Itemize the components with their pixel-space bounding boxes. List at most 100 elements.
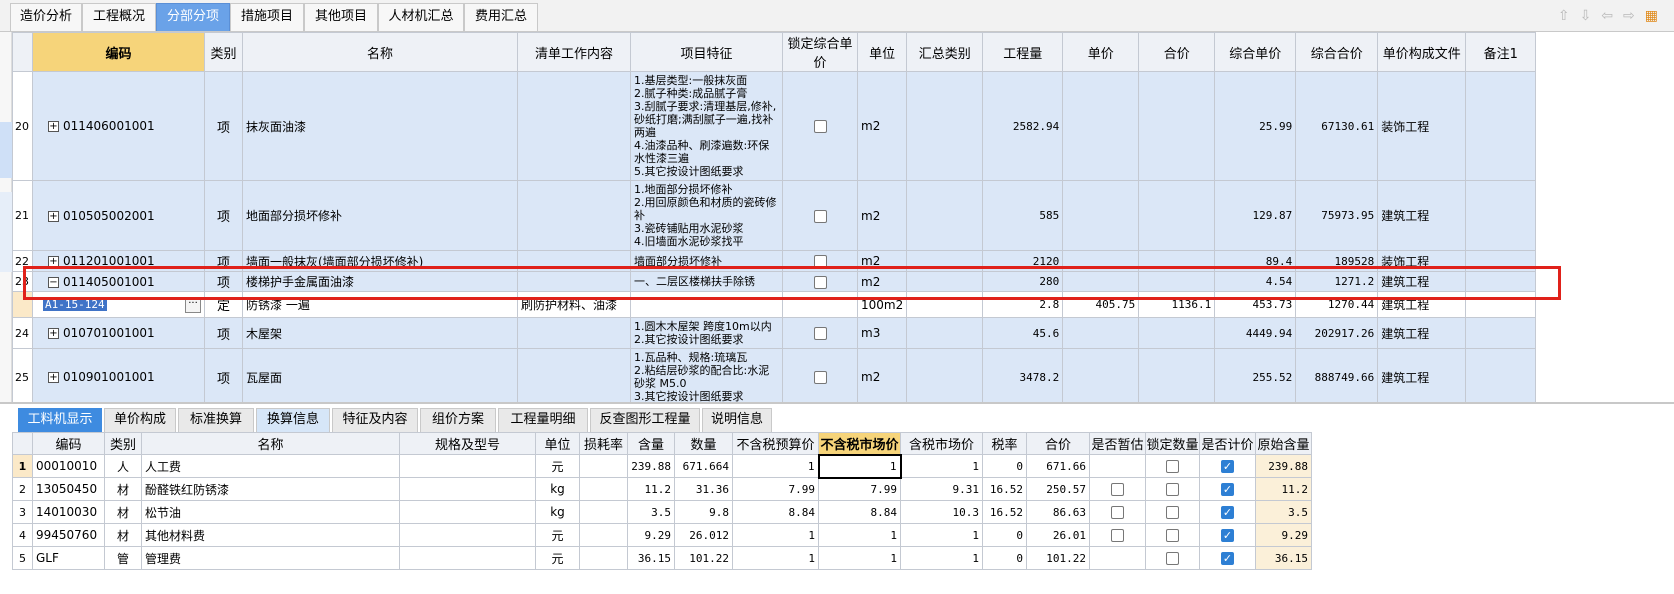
price-file-cell[interactable]: 建筑工程 [1377,180,1467,251]
header-feature[interactable]: 项目特征 [630,32,783,72]
loss-rate-cell[interactable] [579,454,628,478]
sub-header-budget-price[interactable]: 不含税预算价 [732,432,819,455]
name-cell[interactable]: 楼梯护手金属面油漆 [242,271,518,292]
feature-cell[interactable] [630,291,783,318]
sub-header-type[interactable]: 类别 [104,432,142,455]
total-cell[interactable]: 86.63 [1026,500,1090,524]
content-cell[interactable]: 9.29 [627,523,675,547]
lock-checkbox[interactable] [813,327,827,340]
tab-features-content[interactable]: 特征及内容 [332,408,418,432]
unit-cell[interactable]: 元 [535,454,580,478]
quantity-cell[interactable]: 280 [982,271,1064,292]
header-name[interactable]: 名称 [242,32,518,72]
note-cell[interactable] [1465,180,1537,251]
comp-total-cell[interactable]: 1271.2 [1295,271,1379,292]
name-cell[interactable]: 抹灰面油漆 [242,71,518,181]
quantity-cell[interactable]: 3478.2 [982,348,1064,402]
header-quantity[interactable]: 工程量 [982,32,1064,72]
lock-cell[interactable] [782,250,858,272]
unit-cell[interactable]: m2 [856,71,908,181]
table-row[interactable]: 25 +010901001001 项 瓦屋面 1.瓦品种、规格:琉璃瓦 2.粘结… [12,348,1537,402]
tax-rate-cell[interactable]: 0 [982,454,1027,478]
budget-price-cell[interactable]: 1 [732,454,819,478]
quantity-cell[interactable]: 2582.94 [982,71,1064,181]
tab-fee-summary[interactable]: 费用汇总 [464,3,538,31]
content-cell[interactable]: 36.15 [627,546,675,570]
estimated-checkbox[interactable] [1111,483,1124,496]
unit-cell[interactable]: 100m2 [856,291,908,318]
comp-total-cell[interactable]: 67130.61 [1295,71,1379,181]
tax-market-price-cell[interactable]: 9.31 [900,477,983,501]
type-cell[interactable]: 项 [204,271,243,292]
header-unit-price[interactable]: 单价 [1062,32,1140,72]
content-cell[interactable] [517,271,631,292]
estimated-cell[interactable] [1089,500,1146,524]
summary-type-cell[interactable] [906,271,984,292]
table-row[interactable]: 22 +011201001001 项 墙面一般抹灰(墙面部分损坏修补) 墙面部分… [12,250,1537,272]
unit-cell[interactable]: m3 [856,317,908,349]
type-cell[interactable]: 定 [204,291,243,318]
estimated-cell[interactable] [1089,546,1146,570]
lock-cell[interactable] [782,180,858,251]
feature-cell[interactable]: 墙面部分损坏修补 [630,250,783,272]
comp-price-cell[interactable]: 129.87 [1214,180,1297,251]
unit-price-cell[interactable] [1062,317,1140,349]
type-cell[interactable]: 人 [104,454,142,478]
total-price-cell[interactable] [1138,71,1216,181]
unit-price-cell[interactable] [1062,271,1140,292]
tab-project-overview[interactable]: 工程概况 [82,3,156,31]
price-file-cell[interactable]: 装饰工程 [1377,71,1467,181]
more-options-icon[interactable]: ··· [185,296,201,313]
budget-price-cell[interactable]: 8.84 [732,500,819,524]
name-cell[interactable]: 酚醛铁红防锈漆 [141,477,400,501]
lock-checkbox[interactable] [813,371,827,384]
code-cell[interactable]: +010701001001 [32,317,205,349]
total-cell[interactable]: 26.01 [1026,523,1090,547]
priced-checkbox[interactable]: ✓ [1221,483,1234,496]
tax-market-price-cell[interactable]: 1 [900,454,983,478]
budget-price-cell[interactable]: 1 [732,546,819,570]
spec-cell[interactable] [399,454,536,478]
lock-qty-cell[interactable] [1145,454,1200,478]
type-cell[interactable]: 项 [204,180,243,251]
original-content-cell[interactable]: 9.29 [1255,523,1312,547]
unit-cell[interactable]: 元 [535,523,580,547]
price-file-cell[interactable]: 装饰工程 [1377,250,1467,272]
type-cell[interactable]: 材 [104,523,142,547]
table-row[interactable]: 1 00010010 人人工费元 239.88 671.664 1 1 1 0 671.66 ✓ 23… [12,453,1312,479]
tax-market-price-cell[interactable]: 1 [900,523,983,547]
expand-icon[interactable]: + [48,210,59,222]
tab-pricing-plan[interactable]: 组价方案 [420,408,496,432]
table-row[interactable]: 20 +011406001001 项 抹灰面油漆 1.基层类型:一般抹灰面 2.… [12,71,1537,181]
header-comp-total[interactable]: 综合合价 [1295,32,1379,72]
sub-header-lock-qty[interactable]: 锁定数量 [1145,432,1200,455]
code-cell[interactable]: 00010010 [32,454,105,478]
header-price-file[interactable]: 单价构成文件 [1377,32,1467,72]
comp-price-cell[interactable]: 4.54 [1214,271,1297,292]
lock-qty-cell[interactable] [1145,523,1200,547]
tab-description[interactable]: 说明信息 [702,408,772,432]
type-cell[interactable]: 项 [204,317,243,349]
summary-type-cell[interactable] [906,291,984,318]
table-row[interactable]: 21 +010505002001 项 地面部分损坏修补 1.地面部分损坏修补 2… [12,180,1537,251]
quantity-cell[interactable]: 45.6 [982,317,1064,349]
code-cell[interactable]: +011406001001 [32,71,205,181]
toolbar-menu-icon[interactable]: ▦ [1645,8,1658,24]
comp-total-cell[interactable]: 888749.66 [1295,348,1379,402]
tax-market-price-cell[interactable]: 1 [900,546,983,570]
name-cell[interactable]: 管理费 [141,546,400,570]
priced-checkbox[interactable]: ✓ [1221,460,1234,473]
code-cell[interactable]: −011405001001 [32,271,205,292]
type-cell[interactable]: 项 [204,348,243,402]
lock-qty-cell[interactable] [1145,546,1200,570]
sub-header-unit[interactable]: 单位 [535,432,580,455]
total-price-cell[interactable] [1138,317,1216,349]
comp-price-cell[interactable]: 4449.94 [1214,317,1297,349]
tab-reverse-graphic-quantity[interactable]: 反查图形工程量 [590,408,700,432]
quantity-cell[interactable]: 2120 [982,250,1064,272]
quantity-cell[interactable]: 101.22 [674,546,733,570]
feature-cell[interactable]: 1.地面部分损坏修补 2.用回原颜色和材质的瓷砖修补 3.瓷砖铺贴用水泥砂浆 4… [630,180,783,251]
name-cell[interactable]: 木屋架 [242,317,518,349]
type-cell[interactable]: 项 [204,250,243,272]
feature-cell[interactable]: 一、二层区楼梯扶手除锈 [630,271,783,292]
